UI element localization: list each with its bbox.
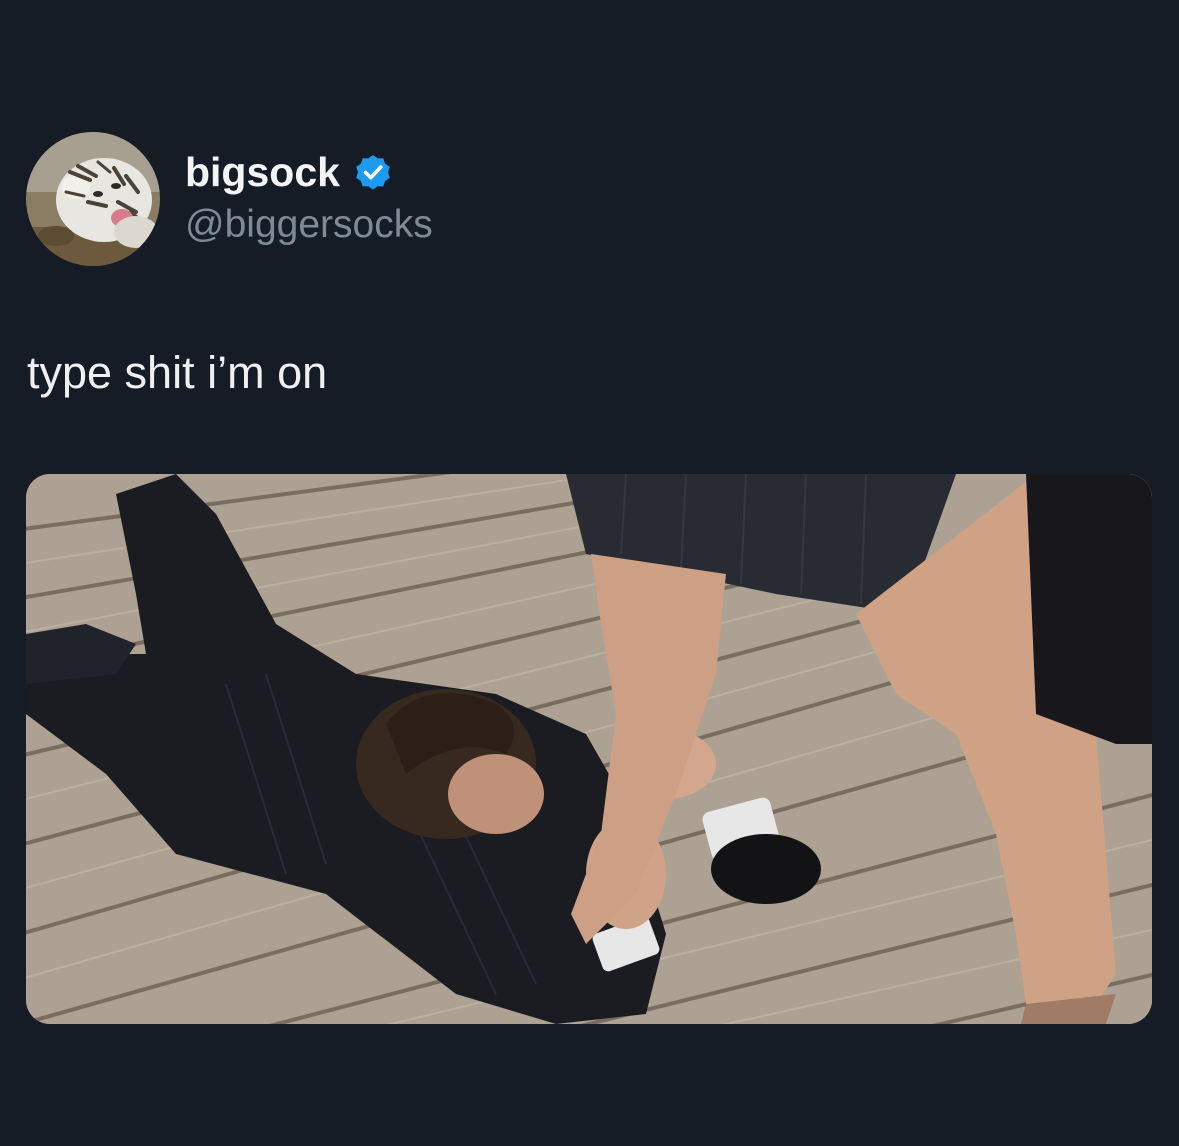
name-row: bigsock [185, 147, 433, 197]
tweet-card: bigsock @biggersocks type shit i’m on [0, 0, 1179, 1146]
tweet-header: bigsock @biggersocks [26, 131, 433, 267]
tweet-text: type shit i’m on [27, 347, 328, 398]
author-names: bigsock @biggersocks [185, 147, 433, 250]
tweet-media-photo[interactable] [26, 474, 1152, 1024]
display-name[interactable]: bigsock [185, 147, 340, 197]
verified-badge-icon [353, 152, 393, 192]
photo-image [26, 474, 1152, 1024]
white-tiger-avatar-icon [26, 132, 160, 266]
handle[interactable]: @biggersocks [185, 200, 433, 250]
avatar[interactable] [26, 132, 160, 266]
